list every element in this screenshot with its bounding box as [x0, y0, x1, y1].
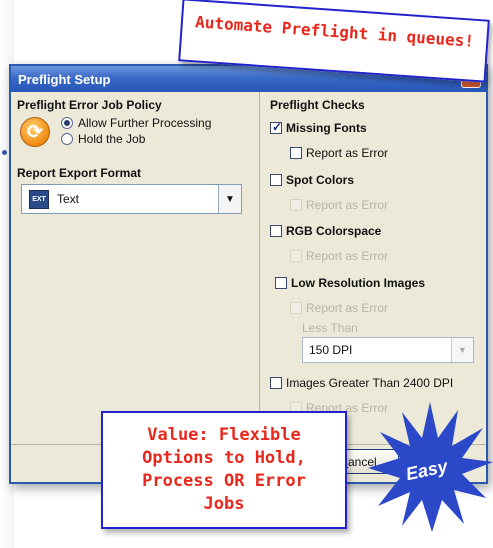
less-than-label: Less Than	[302, 321, 358, 335]
checkbox-icon[interactable]	[270, 377, 282, 389]
checkbox-icon	[290, 199, 302, 211]
checkbox-rgb-report: Report as Error	[290, 249, 388, 263]
checkbox-icon[interactable]	[275, 277, 287, 289]
checkbox-low-res-report: Report as Error	[290, 301, 388, 315]
checkbox-icon[interactable]	[290, 147, 302, 159]
checkbox-label: RGB Colorspace	[286, 224, 382, 238]
error-policy-options: Allow Further Processing Hold the Job	[61, 115, 211, 147]
checkbox-spot-colors[interactable]: Spot Colors	[270, 173, 354, 187]
radio-label: Allow Further Processing	[78, 116, 212, 130]
radio-selected-icon[interactable]	[61, 117, 73, 129]
checkbox-missing-fonts-report[interactable]: Report as Error	[290, 146, 388, 160]
error-policy-heading: Preflight Error Job Policy	[17, 98, 162, 112]
radio-label: Hold the Job	[78, 132, 146, 146]
export-format-heading: Report Export Format	[17, 166, 142, 180]
checkbox-label: Report as Error	[306, 146, 389, 160]
checkbox-icon	[290, 250, 302, 262]
radio-unselected-icon[interactable]	[61, 133, 73, 145]
checkbox-label: Images Greater Than 2400 DPI	[286, 376, 454, 390]
export-format-value: Text	[57, 192, 80, 206]
radio-allow-further-processing[interactable]: Allow Further Processing	[61, 115, 211, 131]
checkbox-icon[interactable]	[270, 225, 282, 237]
checkbox-label: Low Resolution Images	[291, 276, 426, 290]
callout-value-options: Value: Flexible Options to Hold, Process…	[101, 411, 347, 529]
checkbox-label: Report as Error	[306, 198, 389, 212]
decor-dot	[2, 150, 7, 155]
chevron-down-icon: ▼	[451, 338, 473, 362]
preflight-checks-heading: Preflight Checks	[270, 98, 365, 112]
checkbox-missing-fonts[interactable]: Missing Fonts	[270, 120, 367, 135]
checkbox-icon[interactable]	[270, 174, 282, 186]
checkbox-label: Report as Error	[306, 301, 389, 315]
checkbox-checked-icon[interactable]	[270, 120, 282, 134]
dpi-select: 150 DPI ▼	[302, 337, 474, 363]
export-format-select[interactable]: EXT Text ▼	[21, 184, 242, 214]
checkbox-label: Missing Fonts	[286, 121, 367, 135]
checkbox-low-resolution-images[interactable]: Low Resolution Images	[275, 276, 425, 290]
dialog-title: Preflight Setup	[18, 71, 111, 87]
checkbox-label: Spot Colors	[286, 173, 354, 187]
checkbox-images-greater-than[interactable]: Images Greater Than 2400 DPI	[270, 376, 453, 390]
checkbox-spot-colors-report: Report as Error	[290, 198, 388, 212]
easy-starburst-icon: Easy	[368, 402, 493, 532]
text-file-icon: EXT	[29, 189, 49, 209]
radio-hold-the-job[interactable]: Hold the Job	[61, 131, 211, 147]
preflight-checks-pane: Preflight Checks Missing Fonts Report as…	[259, 92, 485, 440]
checkbox-rgb-colorspace[interactable]: RGB Colorspace	[270, 224, 381, 238]
refresh-icon: ⟳	[20, 117, 50, 147]
chevron-down-icon[interactable]: ▼	[218, 185, 241, 213]
checkbox-label: Report as Error	[306, 249, 389, 263]
checkbox-icon	[290, 302, 302, 314]
dpi-value: 150 DPI	[309, 343, 353, 357]
left-pane: Preflight Error Job Policy ⟳ Allow Furth…	[17, 98, 254, 440]
